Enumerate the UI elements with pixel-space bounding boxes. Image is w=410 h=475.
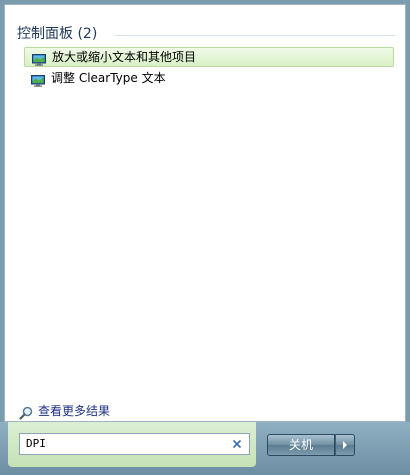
control-panel-display-icon: [32, 51, 46, 66]
start-menu: 控制面板 (2) 放大或缩小文本和其他项目 调整 ClearType 文本 查看…: [0, 0, 410, 475]
triangle-right-icon: [343, 441, 347, 449]
search-box[interactable]: [19, 433, 250, 455]
result-item-cleartype[interactable]: 调整 ClearType 文本: [24, 69, 394, 89]
see-more-results-link[interactable]: 查看更多结果: [17, 403, 217, 421]
search-results-pane: 控制面板 (2) 放大或缩小文本和其他项目 调整 ClearType 文本 查看…: [4, 4, 406, 422]
search-input[interactable]: [26, 437, 216, 451]
result-item-label: 放大或缩小文本和其他项目: [52, 50, 197, 64]
clear-x-icon[interactable]: [229, 436, 245, 452]
start-menu-bottom-bar: 关机: [0, 422, 410, 475]
search-well: [8, 422, 256, 467]
shutdown-options-button[interactable]: [335, 434, 355, 456]
control-panel-display-icon: [31, 72, 45, 87]
result-item-label: 调整 ClearType 文本: [51, 71, 166, 85]
magnifier-icon: [19, 405, 33, 420]
result-item-zoom-text[interactable]: 放大或缩小文本和其他项目: [24, 47, 394, 67]
group-title[interactable]: 控制面板 (2): [17, 25, 97, 43]
results-group-header[interactable]: 控制面板 (2): [17, 25, 395, 45]
shutdown-button[interactable]: 关机: [267, 434, 335, 456]
group-divider: [115, 35, 395, 36]
see-more-results-label[interactable]: 查看更多结果: [38, 404, 110, 419]
